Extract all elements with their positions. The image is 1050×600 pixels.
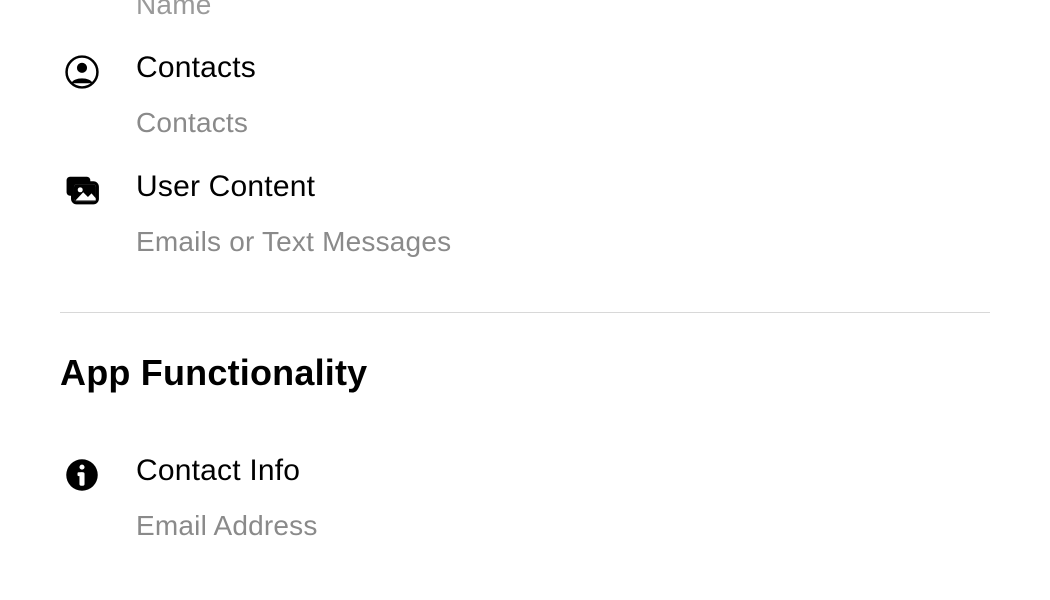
item-title: Contacts [136,48,990,87]
item-subtitle: Emails or Text Messages [136,224,990,260]
item-title: User Content [136,167,990,206]
person-circle-icon [60,50,104,94]
item-text: User Content Emails or Text Messages [136,167,990,260]
data-item-user-content: User Content Emails or Text Messages [60,167,990,260]
section-heading-app-functionality: App Functionality [60,351,990,394]
item-subtitle: Contacts [136,105,990,141]
data-item-contacts: Contacts Contacts [60,48,990,141]
prior-item-subtitle: Name [136,0,990,22]
section-divider [60,312,990,313]
privacy-details-scroll[interactable]: Name Contacts Contacts [0,0,1050,600]
content-area: Name Contacts Contacts [0,0,1050,600]
item-text: Contacts Contacts [136,48,990,141]
item-subtitle: Email Address [136,508,990,544]
info-circle-icon [60,453,104,497]
data-item-contact-info: Contact Info Email Address [60,451,990,544]
item-text: Contact Info Email Address [136,451,990,544]
photos-stack-icon [60,169,104,213]
item-title: Contact Info [136,451,990,490]
